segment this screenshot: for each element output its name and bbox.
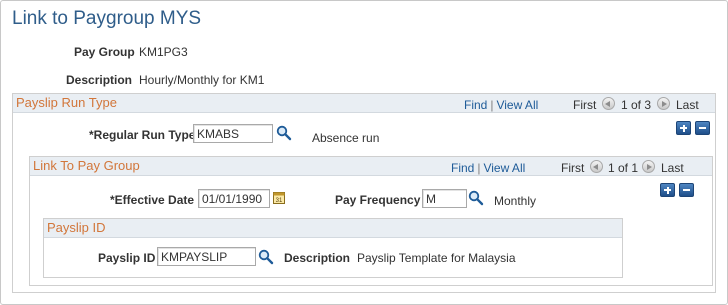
link-to-pay-group-header: Link To Pay Group Find | View All First 1 …	[30, 157, 712, 176]
pay-frequency-label: Pay Frequency	[335, 193, 421, 207]
arrow-left-icon[interactable]	[590, 160, 603, 173]
payslip-id-section: Payslip ID Payslip ID Description Paysli…	[43, 218, 623, 278]
regular-run-type-label: *Regular Run Type	[89, 128, 196, 142]
description-label: Description	[66, 73, 133, 87]
minus-icon[interactable]	[695, 121, 710, 135]
first-label: First	[561, 161, 585, 175]
pay-group-value: KM1PG3	[139, 45, 188, 59]
regular-run-type-input[interactable]	[193, 124, 273, 143]
page-title: Link to Paygroup MYS	[12, 8, 202, 29]
arrow-left-icon[interactable]	[602, 97, 615, 110]
plus-icon[interactable]	[676, 121, 691, 135]
svg-text:31: 31	[276, 198, 283, 204]
row-position: 1 of 1	[608, 161, 639, 175]
row-position: 1 of 3	[621, 98, 652, 112]
payslip-id-header: Payslip ID	[44, 219, 622, 238]
payslip-description-label: Description	[284, 251, 351, 265]
link-to-pay-group-nav: Find | View All	[451, 161, 525, 175]
arrow-right-icon[interactable]	[642, 160, 655, 173]
link-to-pay-group-title: Link To Pay Group	[33, 158, 140, 173]
link-to-pay-group-section: Link To Pay Group Find | View All First 1 …	[29, 156, 713, 286]
plus-icon[interactable]	[660, 183, 675, 197]
magnifier-icon[interactable]	[468, 190, 484, 206]
effective-date-input[interactable]	[198, 189, 270, 208]
payslip-id-title: Payslip ID	[47, 220, 106, 235]
view-all-link[interactable]: View All	[496, 98, 538, 112]
description-value: Hourly/Monthly for KM1	[139, 73, 265, 87]
find-link[interactable]: Find	[464, 98, 487, 112]
minus-icon[interactable]	[679, 183, 694, 197]
last-label: Last	[661, 161, 684, 175]
payslip-run-type-section: Payslip Run Type Find | View All First 1 o…	[12, 93, 716, 293]
view-all-link[interactable]: View All	[483, 161, 525, 175]
pay-group-label: Pay Group	[74, 45, 135, 59]
calendar-icon[interactable]: 31	[273, 191, 285, 204]
payslip-id-label: Payslip ID	[98, 251, 156, 265]
last-label: Last	[676, 98, 699, 112]
magnifier-icon[interactable]	[258, 249, 274, 265]
payslip-description-value: Payslip Template for Malaysia	[357, 251, 516, 265]
first-label: First	[573, 98, 597, 112]
effective-date-label: *Effective Date	[110, 193, 195, 207]
arrow-right-icon[interactable]	[657, 97, 670, 110]
payslip-id-input[interactable]	[157, 247, 256, 266]
regular-run-type-description: Absence run	[312, 131, 380, 145]
payslip-run-type-header: Payslip Run Type Find | View All First 1 o…	[13, 94, 715, 113]
pay-frequency-input[interactable]	[422, 189, 467, 208]
payslip-run-type-nav: Find | View All	[464, 98, 538, 112]
find-link[interactable]: Find	[451, 161, 474, 175]
payslip-run-type-title: Payslip Run Type	[16, 95, 117, 110]
magnifier-icon[interactable]	[276, 125, 292, 141]
pay-frequency-description: Monthly	[494, 194, 537, 208]
